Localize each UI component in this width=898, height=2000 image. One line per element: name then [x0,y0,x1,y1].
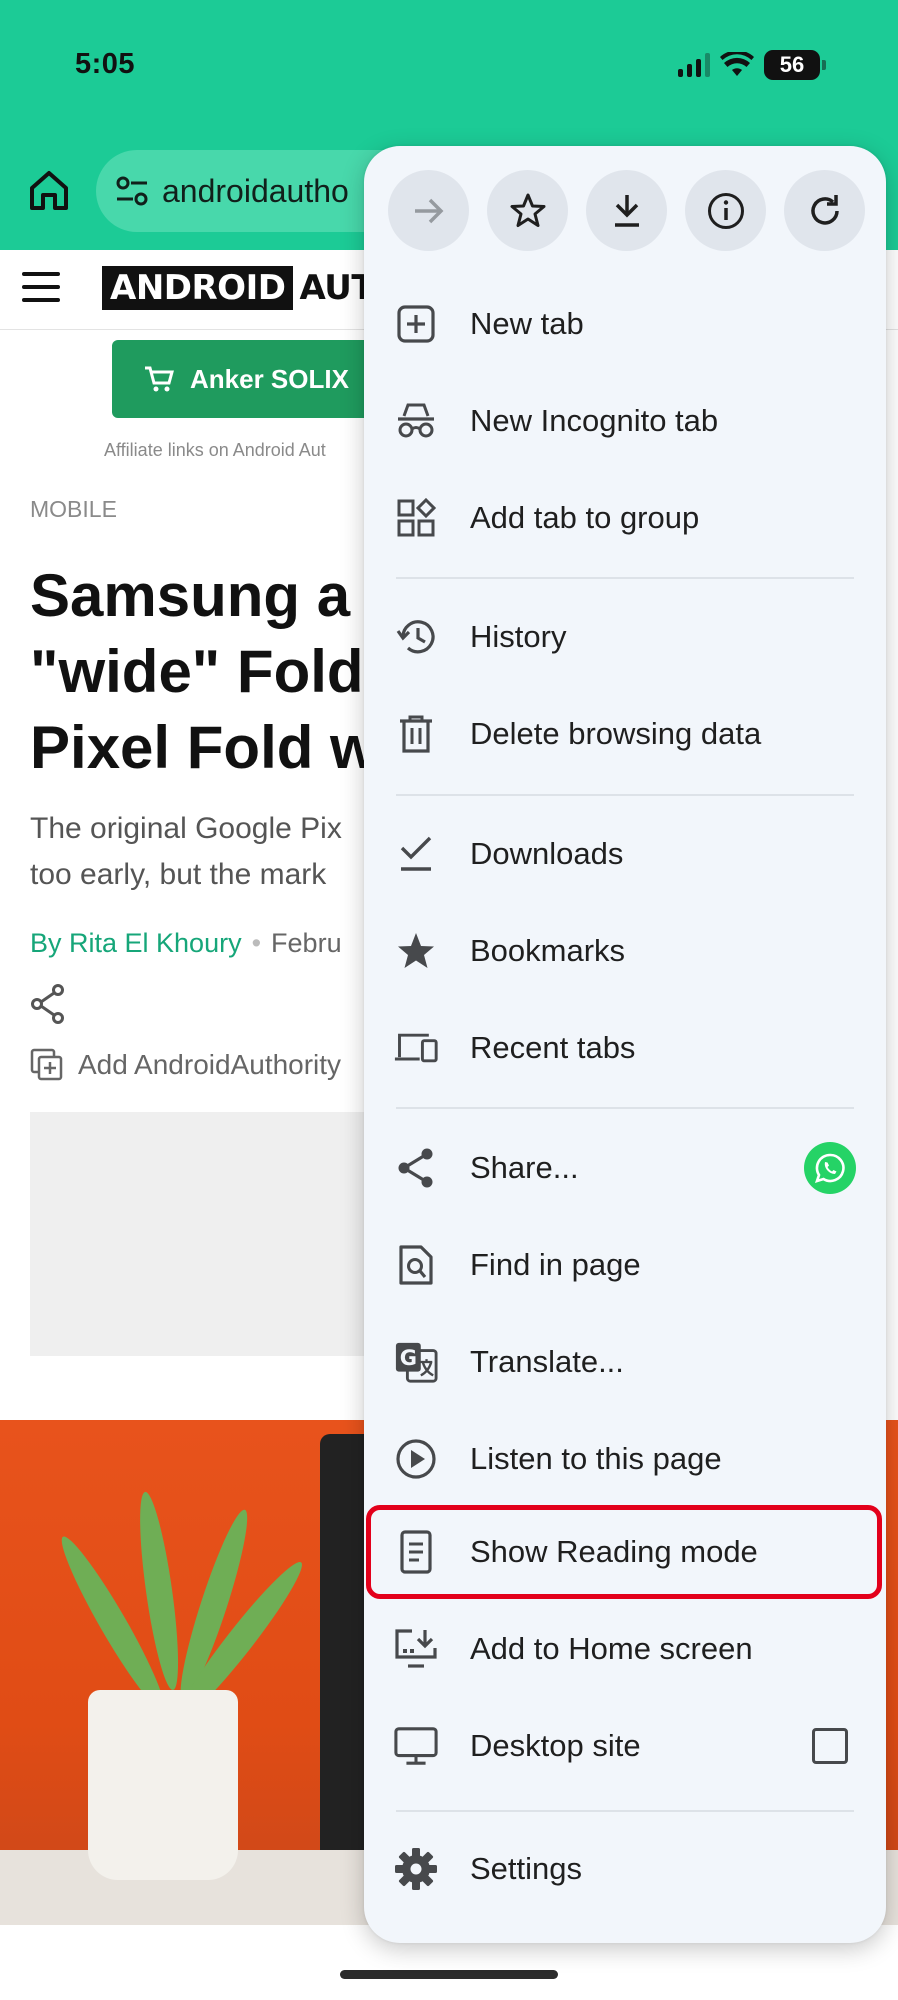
desktop-icon [394,1724,438,1768]
new-tab-icon [394,302,438,346]
home-icon [30,171,68,210]
menu-item-add-tab-to-group[interactable]: Add tab to group [364,476,886,560]
page-info-button[interactable] [685,170,766,251]
article-category[interactable]: MOBILE [30,496,117,523]
play-circle-icon [394,1437,438,1481]
download-page-button[interactable] [586,170,667,251]
downloads-check-icon [394,832,438,876]
whatsapp-icon[interactable] [804,1142,856,1194]
menu-action-row [388,170,865,251]
history-icon [394,615,438,659]
cellular-signal-icon [678,53,710,77]
refresh-button[interactable] [784,170,865,251]
tab-group-icon [394,496,438,540]
wifi-icon [720,52,754,76]
menu-item-listen-to-this-page[interactable]: Listen to this page [364,1417,886,1501]
info-icon [707,192,744,229]
menu-item-new-tab[interactable]: New tab [364,282,886,366]
trash-icon [394,712,438,756]
menu-item-recent-tabs[interactable]: Recent tabs [364,1006,886,1090]
find-in-page-icon [394,1243,438,1287]
menu-divider [396,1810,854,1812]
url-text: androidautho [162,172,349,209]
overflow-menu: New tab New Incognito tab Add tab to gro… [364,146,886,1943]
download-icon [614,194,639,227]
status-icons: 56 [678,50,826,80]
article-byline: By Rita El Khoury • Febru [30,928,342,958]
menu-item-new-incognito-tab[interactable]: New Incognito tab [364,379,886,463]
menu-item-add-to-home-screen[interactable]: Add to Home screen [364,1607,886,1691]
add-to-home-icon [394,1627,438,1671]
article-share-icon[interactable] [30,984,66,1024]
menu-item-history[interactable]: History [364,595,886,679]
menu-item-translate[interactable]: G Translate... [364,1320,886,1404]
refresh-icon [810,194,839,225]
bookmark-star-icon [510,193,545,227]
cart-icon [145,366,174,392]
desktop-site-checkbox[interactable] [812,1728,848,1764]
forward-icon [414,198,443,223]
forward-button[interactable] [388,170,469,251]
site-settings-icon[interactable] [114,173,150,209]
add-source-link[interactable]: Add AndroidAuthority [30,1048,341,1082]
add-source-icon [30,1048,63,1081]
bookmark-page-button[interactable] [487,170,568,251]
home-indicator[interactable] [340,1970,558,1979]
menu-item-desktop-site[interactable]: Desktop site [364,1704,886,1788]
menu-divider [396,1107,854,1109]
menu-item-downloads[interactable]: Downloads [364,812,886,896]
menu-item-delete-browsing-data[interactable]: Delete browsing data [364,692,886,776]
article-date: Febru [271,928,342,958]
menu-divider [396,577,854,579]
incognito-icon [394,399,438,443]
menu-item-settings[interactable]: Settings [364,1827,886,1911]
status-time: 5:05 [75,48,136,80]
menu-divider [396,794,854,796]
menu-item-find-in-page[interactable]: Find in page [364,1223,886,1307]
devices-icon [394,1026,438,1070]
affiliate-note: Affiliate links on Android Aut [104,440,326,460]
menu-item-show-reading-mode[interactable]: Show Reading mode [364,1510,886,1594]
hamburger-menu-icon[interactable] [22,272,60,302]
home-button[interactable] [26,168,72,214]
star-icon [394,929,438,973]
promo-label: Anker SOLIX [190,363,349,394]
menu-item-bookmarks[interactable]: Bookmarks [364,909,886,993]
author-link[interactable]: By Rita El Khoury [30,928,242,958]
translate-icon: G [394,1340,438,1384]
battery-icon: 56 [764,50,826,80]
settings-gear-icon [394,1847,438,1891]
svg-text:G: G [400,1345,417,1370]
menu-item-share[interactable]: Share... [364,1126,886,1210]
reading-mode-icon [394,1530,438,1574]
share-icon [394,1146,438,1190]
